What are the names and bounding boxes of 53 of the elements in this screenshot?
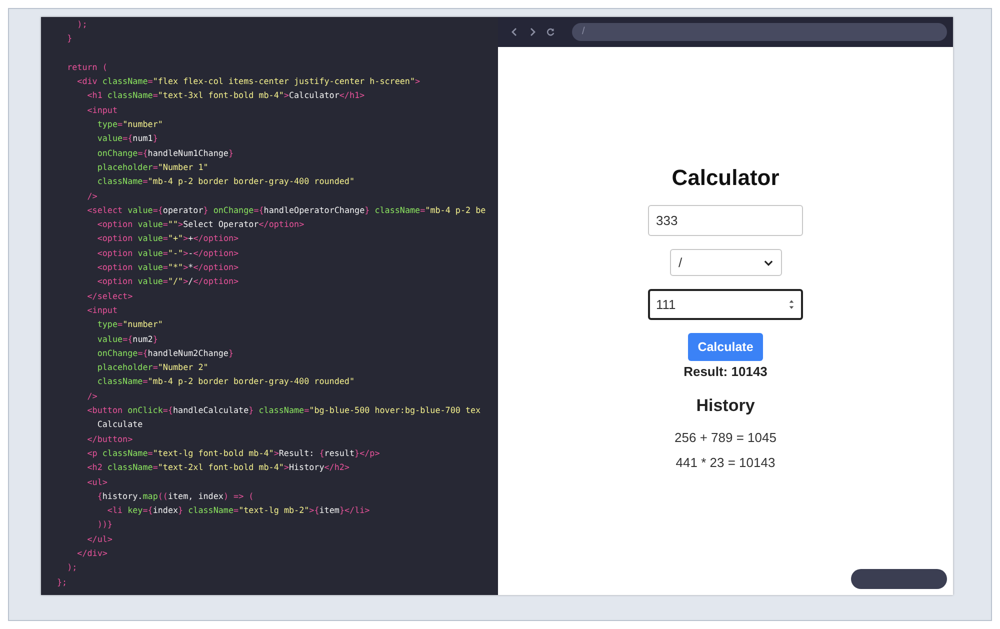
code-line: return (	[66, 60, 108, 74]
code-line: );	[66, 561, 78, 574]
back-icon[interactable]	[510, 27, 519, 37]
code-line: }	[66, 32, 72, 46]
history-heading: History	[696, 396, 755, 416]
code-line: );	[76, 18, 88, 31]
code-line: type="number"	[96, 118, 163, 132]
page-title: Calculator	[672, 165, 780, 191]
code-line: <input	[86, 304, 118, 317]
code-line: Calculate	[96, 418, 143, 432]
number-input[interactable]: 333	[648, 205, 803, 236]
code-line: className="mb-4 p-2 border border-gray-400 rounded"	[96, 375, 354, 388]
history-item: 441 * 23 = 10143	[676, 455, 776, 470]
operator-select[interactable]: /	[670, 249, 782, 276]
code-line: <p className="text-lg font-bold mb-4">Result: {result}</p>	[86, 446, 380, 460]
code-line: className="mb-4 p-2 border border-gray-400 rounded"	[96, 175, 354, 188]
code-line: <h2 className="text-2xl font-bold mb-4">History</h2>	[86, 461, 350, 474]
caret-icon	[764, 260, 772, 266]
code-line: <select value={operator} onChange={handleOperatorChange} className="mb-4 p-2 be	[86, 204, 486, 217]
code-line: <button onClick={handleCalculate} className="bg-blue-500 hover:bg-blue-700 tex	[86, 404, 481, 418]
code-line: <li key={index} className="text-lg mb-2">{item}</li>	[106, 504, 370, 518]
code-line: </button>	[86, 432, 133, 446]
code-line: />	[86, 390, 98, 403]
code-line: };	[57, 576, 68, 589]
code-line: <option value="">Select Operator</option>	[96, 218, 304, 232]
code-line: </div>	[76, 546, 108, 560]
code-line: ))}	[96, 518, 112, 532]
code-line: />	[86, 190, 98, 203]
spinner-icon[interactable]	[788, 298, 795, 311]
result-text: Result: 10143	[684, 364, 768, 379]
code-line: <option value="+">+</option>	[96, 232, 239, 246]
code-line: </ul>	[86, 532, 112, 546]
code-line: </select>	[86, 290, 133, 303]
code-line: <h1 className="text-3xl font-bold mb-4">Calculator</h1>	[86, 89, 365, 102]
code-line: onChange={handleNum1Change}	[96, 146, 234, 160]
code-line: {history.map((item, index) => (	[96, 490, 254, 503]
code-line: <input	[86, 104, 118, 117]
code-line: value={num1}	[96, 132, 158, 146]
number-input[interactable]: 111	[648, 289, 803, 320]
code-line: value={num2}	[96, 332, 158, 346]
code-line: <ul>	[86, 476, 108, 488]
code-line: <div className="flex flex-col items-center justify-center h-screen">	[76, 75, 420, 88]
code-line: <option value="-">-</option>	[96, 246, 239, 260]
history-item: 256 + 789 = 1045	[674, 430, 776, 445]
code-line: <option value="*">*</option>	[96, 261, 239, 274]
code-line: placeholder="Number 2"	[96, 361, 208, 374]
code-line: placeholder="Number 1"	[96, 160, 208, 174]
code-line: onChange={handleNum2Change}	[96, 346, 234, 360]
code-line: type="number"	[96, 318, 163, 332]
code-line: <option value="/">/</option>	[96, 275, 239, 288]
calculate-button[interactable]: Calculate	[688, 333, 763, 361]
forward-icon[interactable]	[528, 27, 537, 37]
reload-icon[interactable]	[546, 27, 555, 37]
